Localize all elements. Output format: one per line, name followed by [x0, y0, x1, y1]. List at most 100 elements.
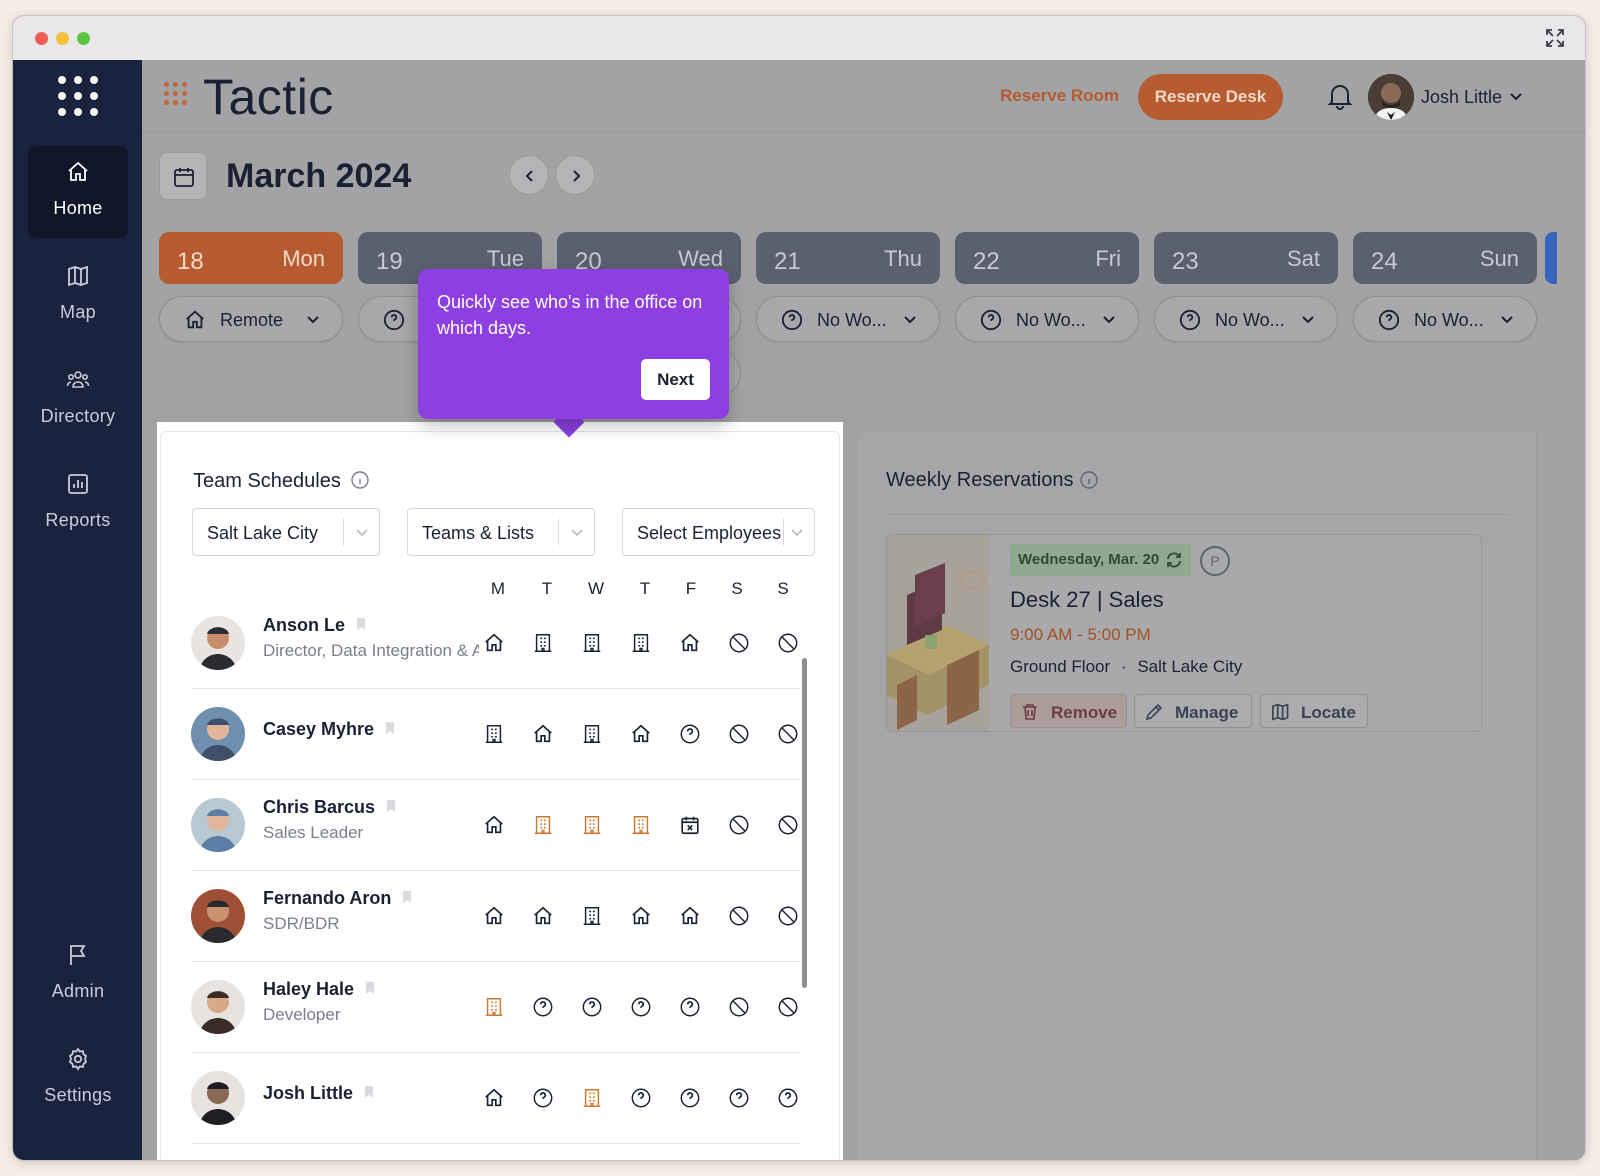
home-icon[interactable]	[532, 723, 554, 745]
previous-week-button[interactable]	[509, 155, 549, 195]
not-working-icon[interactable]	[777, 632, 799, 654]
building-icon[interactable]	[581, 632, 603, 654]
bookmark-icon[interactable]	[365, 1086, 373, 1098]
home-icon[interactable]	[532, 905, 554, 927]
building-icon[interactable]	[483, 723, 505, 745]
employee-name[interactable]: Josh Little	[263, 1083, 353, 1104]
expand-icon[interactable]	[1545, 28, 1565, 48]
question-circle-icon[interactable]	[532, 996, 554, 1018]
info-icon[interactable]	[1080, 471, 1098, 489]
home-icon[interactable]	[630, 723, 652, 745]
sidebar-item-home[interactable]: Home	[28, 146, 128, 238]
building-icon[interactable]	[630, 632, 652, 654]
reserve-desk-button[interactable]: Reserve Desk	[1138, 74, 1283, 120]
not-working-icon[interactable]	[728, 723, 750, 745]
question-circle-icon[interactable]	[679, 996, 701, 1018]
user-avatar[interactable]	[1368, 74, 1414, 120]
question-circle-icon[interactable]	[581, 996, 603, 1018]
building-booked-icon[interactable]	[483, 996, 505, 1018]
home-icon[interactable]	[679, 905, 701, 927]
not-working-icon[interactable]	[728, 632, 750, 654]
tooltip-next-button[interactable]: Next	[641, 359, 710, 400]
home-icon[interactable]	[679, 632, 701, 654]
table-row[interactable]: Josh Little	[191, 1053, 801, 1144]
user-name[interactable]: Josh Little	[1421, 87, 1502, 108]
question-circle-icon[interactable]	[532, 1087, 554, 1109]
not-working-icon[interactable]	[728, 996, 750, 1018]
chevron-down-icon[interactable]	[1509, 90, 1523, 104]
building-icon[interactable]	[532, 632, 554, 654]
table-row[interactable]: Casey Myhre	[191, 689, 801, 780]
employee-name[interactable]: Casey Myhre	[263, 719, 374, 740]
building-icon[interactable]	[581, 905, 603, 927]
bookmark-icon[interactable]	[366, 982, 374, 994]
sidebar-item-map[interactable]: Map	[28, 250, 128, 342]
employee-name[interactable]: Chris Barcus	[263, 797, 375, 818]
employees-filter[interactable]: Select Employees	[622, 508, 815, 556]
status-dropdown-monday[interactable]: Remote	[159, 296, 343, 342]
day-tab-monday[interactable]: 18 Mon	[159, 232, 343, 284]
bell-icon[interactable]	[1327, 82, 1353, 110]
bookmark-icon[interactable]	[386, 722, 394, 734]
table-row[interactable]: Fernando Aron SDR/BDR	[191, 871, 801, 962]
not-working-icon[interactable]	[777, 905, 799, 927]
sidebar-item-directory[interactable]: Directory	[28, 354, 128, 446]
home-icon[interactable]	[483, 814, 505, 836]
day-tab-next[interactable]	[1545, 232, 1557, 284]
home-icon[interactable]	[483, 905, 505, 927]
status-dropdown-saturday[interactable]: No Wo...	[1154, 296, 1338, 342]
info-icon[interactable]	[351, 471, 369, 489]
table-row[interactable]: Haley Hale Developer	[191, 962, 801, 1053]
not-working-icon[interactable]	[777, 723, 799, 745]
manage-button[interactable]: Manage	[1134, 694, 1252, 728]
question-circle-icon[interactable]	[630, 1087, 652, 1109]
location-filter[interactable]: Salt Lake City	[192, 508, 380, 556]
remove-button[interactable]: Remove	[1010, 694, 1127, 728]
question-circle-icon[interactable]	[728, 1087, 750, 1109]
not-working-icon[interactable]	[777, 996, 799, 1018]
next-week-button[interactable]	[555, 155, 595, 195]
sidebar-item-admin[interactable]: Admin	[28, 929, 128, 1021]
sidebar-item-reports[interactable]: Reports	[28, 458, 128, 550]
bookmark-icon[interactable]	[357, 618, 365, 630]
minimize-window-button[interactable]	[56, 32, 69, 45]
status-dropdown-thursday[interactable]: No Wo...	[756, 296, 940, 342]
employee-name[interactable]: Anson Le	[263, 615, 345, 636]
reserve-room-link[interactable]: Reserve Room	[1000, 86, 1119, 106]
building-icon[interactable]	[581, 723, 603, 745]
building-booked-icon[interactable]	[581, 1087, 603, 1109]
reservation-card[interactable]: Wednesday, Mar. 20 P Desk 27 | Sales 9:0…	[886, 534, 1482, 732]
question-circle-icon[interactable]	[630, 996, 652, 1018]
calendar-x-icon[interactable]	[679, 814, 701, 836]
building-booked-icon[interactable]	[630, 814, 652, 836]
sidebar-item-settings[interactable]: Settings	[28, 1033, 128, 1125]
home-icon[interactable]	[483, 632, 505, 654]
employee-name[interactable]: Fernando Aron	[263, 888, 391, 909]
not-working-icon[interactable]	[728, 905, 750, 927]
bookmark-icon[interactable]	[403, 891, 411, 903]
parking-badge[interactable]: P	[1200, 546, 1230, 576]
table-row[interactable]: Chris Barcus Sales Leader	[191, 780, 801, 871]
home-icon[interactable]	[483, 1087, 505, 1109]
status-dropdown-friday[interactable]: No Wo...	[955, 296, 1139, 342]
day-tab-saturday[interactable]: 23 Sat	[1154, 232, 1338, 284]
day-tab-thursday[interactable]: 21 Thu	[756, 232, 940, 284]
question-circle-icon[interactable]	[679, 723, 701, 745]
table-row[interactable]: Anson Le Director, Data Integration & Ana…	[191, 598, 801, 689]
close-window-button[interactable]	[35, 32, 48, 45]
locate-button[interactable]: Locate	[1260, 694, 1368, 728]
question-circle-icon[interactable]	[777, 1087, 799, 1109]
not-working-icon[interactable]	[728, 814, 750, 836]
home-icon[interactable]	[630, 905, 652, 927]
calendar-button[interactable]	[159, 152, 207, 200]
question-circle-icon[interactable]	[679, 1087, 701, 1109]
building-booked-icon[interactable]	[532, 814, 554, 836]
bookmark-icon[interactable]	[387, 800, 395, 812]
teams-filter[interactable]: Teams & Lists	[407, 508, 595, 556]
building-booked-icon[interactable]	[581, 814, 603, 836]
scrollbar[interactable]	[802, 658, 807, 988]
zoom-window-button[interactable]	[77, 32, 90, 45]
employee-name[interactable]: Haley Hale	[263, 979, 354, 1000]
not-working-icon[interactable]	[777, 814, 799, 836]
day-tab-friday[interactable]: 22 Fri	[955, 232, 1139, 284]
